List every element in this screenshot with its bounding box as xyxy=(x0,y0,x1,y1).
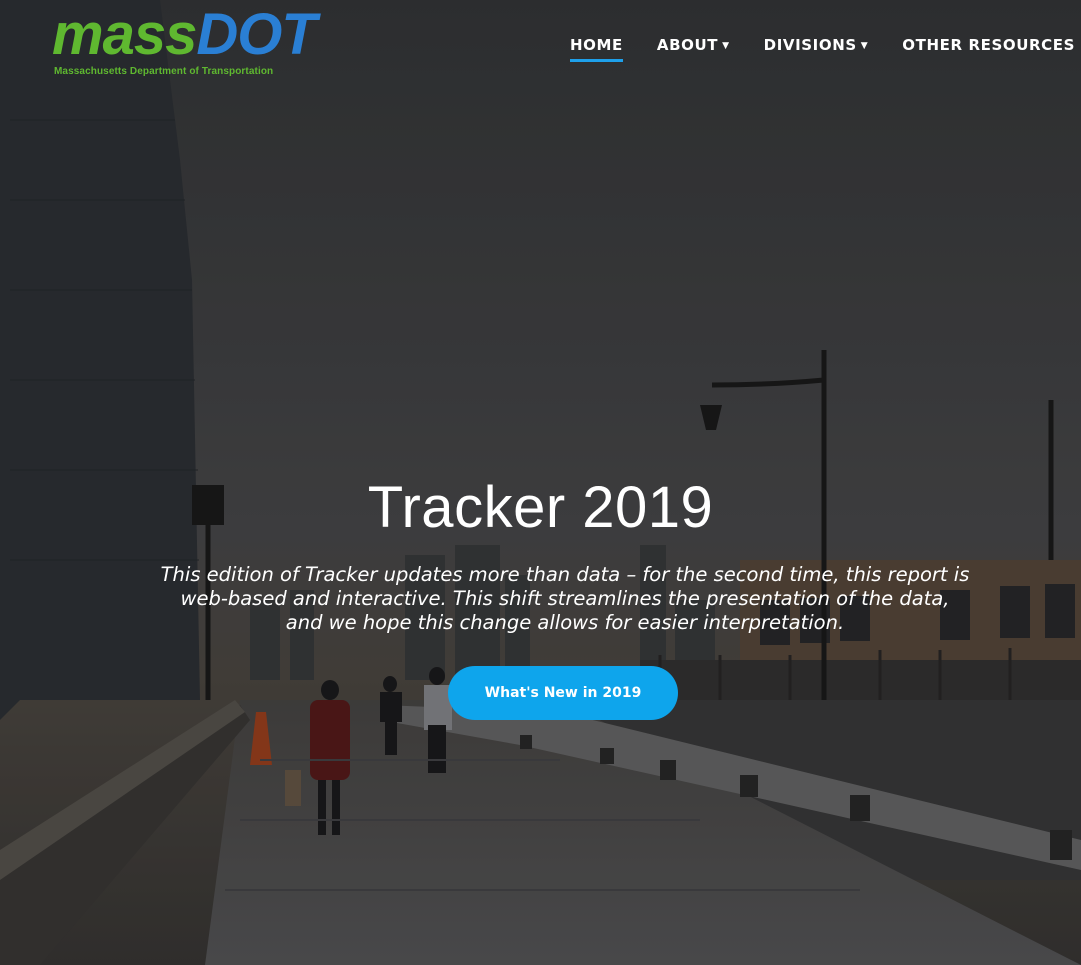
logo-subtitle: Massachusetts Department of Transportati… xyxy=(54,66,274,77)
logo-wordmark-dot: DOT xyxy=(196,2,316,67)
logo-wordmark: massDOT xyxy=(52,6,317,64)
nav-item-home[interactable]: HOME xyxy=(570,36,623,62)
nav-item-about-label: ABOUT xyxy=(656,36,719,54)
caret-down-icon: ▼ xyxy=(722,41,730,51)
hero-title: Tracker 2019 xyxy=(367,475,714,540)
nav-item-about[interactable]: ABOUT ▼ xyxy=(657,36,730,54)
nav-item-other-resources[interactable]: OTHER RESOURCES xyxy=(902,36,1075,54)
nav-item-divisions[interactable]: DIVISIONS ▼ xyxy=(764,36,869,54)
nav-item-other-resources-label: OTHER RESOURCES xyxy=(902,36,1075,54)
nav-item-divisions-label: DIVISIONS xyxy=(763,36,857,54)
hero-description: This edition of Tracker updates more tha… xyxy=(160,563,970,634)
main-nav: HOME ABOUT ▼ DIVISIONS ▼ OTHER RESOURCES xyxy=(570,36,1075,62)
massdot-logo[interactable]: massDOT Massachusetts Department of Tran… xyxy=(52,6,342,78)
whats-new-button[interactable]: What's New in 2019 xyxy=(448,666,678,720)
nav-item-home-label: HOME xyxy=(570,36,623,54)
caret-down-icon: ▼ xyxy=(860,41,869,51)
logo-wordmark-mass: mass xyxy=(52,2,197,67)
hero-section: massDOT Massachusetts Department of Tran… xyxy=(0,0,1081,965)
